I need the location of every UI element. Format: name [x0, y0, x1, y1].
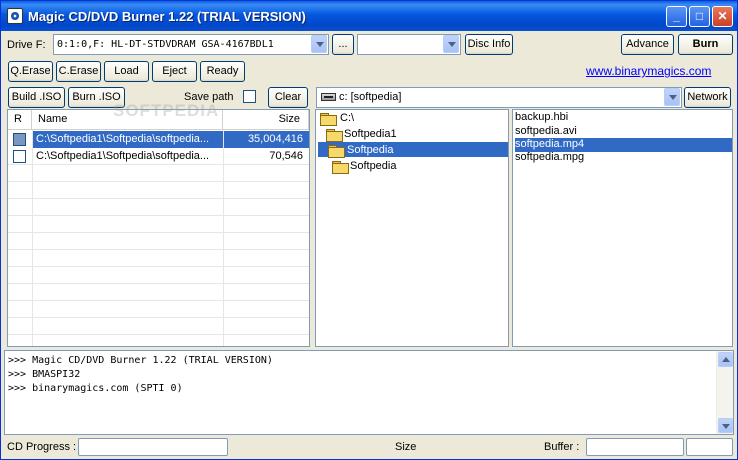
open-folder-icon — [326, 129, 344, 142]
close-button[interactable]: ✕ — [712, 6, 733, 27]
log-line: >>> BMASPI32 — [8, 369, 81, 380]
row-divider — [8, 283, 309, 284]
drive-select-value: 0:1:0,F: HL-DT-STDVDRAM GSA-4167BDL1 — [57, 39, 274, 50]
row-checkbox[interactable] — [13, 150, 26, 163]
chevron-down-icon[interactable] — [664, 88, 680, 106]
burn-button[interactable]: Burn — [678, 34, 733, 55]
tree-item-softpedia-sub[interactable]: Softpedia — [350, 159, 396, 174]
open-folder-icon — [328, 145, 346, 158]
drive-icon — [321, 93, 336, 101]
log-scrollbar[interactable] — [716, 351, 733, 434]
log-line: >>> binarymagics.com (SPTI 0) — [8, 383, 183, 394]
cd-progress-label: CD Progress : — [7, 441, 77, 453]
file-item[interactable]: softpedia.mpg — [515, 151, 590, 165]
scroll-down-icon[interactable] — [718, 418, 733, 433]
location-select[interactable]: c: [softpedia] — [316, 87, 682, 108]
maximize-button[interactable]: □ — [689, 6, 710, 27]
buffer-label: Buffer : — [544, 441, 580, 453]
folder-file-list[interactable]: backup.hbi softpedia.avi softpedia.mp4 s… — [512, 109, 733, 347]
website-link[interactable]: www.binarymagics.com — [586, 64, 711, 78]
speed-select[interactable] — [357, 34, 461, 55]
table-row[interactable]: C:\Softpedia1\Softpedia\softpedia... 70,… — [8, 148, 309, 165]
log-output[interactable]: >>> Magic CD/DVD Burner 1.22 (TRIAL VERS… — [4, 350, 734, 435]
column-header-r[interactable]: R — [8, 110, 32, 130]
row-divider — [8, 181, 309, 182]
load-button[interactable]: Load — [104, 61, 149, 82]
folder-icon — [332, 161, 350, 174]
folder-tree[interactable]: C:\ Softpedia1 Softpedia Softpedia — [315, 109, 509, 347]
buffer-value-box — [686, 438, 733, 456]
column-header-size[interactable]: Size — [223, 110, 309, 130]
cd-progress-bar — [78, 438, 228, 456]
row-divider — [8, 215, 309, 216]
save-path-checkbox[interactable] — [243, 90, 256, 103]
table-row[interactable]: C:\Softpedia1\Softpedia\softpedia... 35,… — [8, 131, 309, 148]
complete-erase-button[interactable]: C.Erase — [56, 61, 101, 82]
open-folder-icon — [320, 113, 338, 126]
disc-info-button[interactable]: Disc Info — [465, 34, 513, 55]
location-select-value: c: [softpedia] — [339, 91, 402, 103]
minimize-button[interactable]: _ — [666, 6, 687, 27]
file-item[interactable]: backup.hbi — [515, 111, 574, 125]
row-divider — [8, 300, 309, 301]
row-divider — [8, 249, 309, 250]
file-item[interactable]: softpedia.avi — [515, 125, 583, 139]
burn-file-list[interactable]: R Name Size C:\Softpedia1\Softpedia\soft… — [7, 109, 310, 347]
scroll-up-icon[interactable] — [718, 352, 733, 367]
buffer-bar — [586, 438, 684, 456]
advance-button[interactable]: Advance — [621, 34, 674, 55]
row-checkbox[interactable] — [13, 133, 26, 146]
row-name: C:\Softpedia1\Softpedia\softpedia... — [36, 150, 210, 162]
clear-button[interactable]: Clear — [268, 87, 308, 108]
build-iso-button[interactable]: Build .ISO — [8, 87, 65, 108]
drive-label: Drive F: — [7, 39, 46, 51]
tree-item-c-drive[interactable]: C:\ — [340, 111, 354, 126]
drive-more-button[interactable]: ... — [332, 34, 354, 55]
eject-button[interactable]: Eject — [152, 61, 197, 82]
network-button[interactable]: Network — [684, 87, 731, 108]
chevron-down-icon[interactable] — [443, 35, 459, 53]
tree-item-softpedia[interactable]: Softpedia — [347, 143, 393, 158]
row-divider — [8, 232, 309, 233]
title-bar[interactable]: Magic CD/DVD Burner 1.22 (TRIAL VERSION)… — [1, 1, 737, 31]
window-title: Magic CD/DVD Burner 1.22 (TRIAL VERSION) — [28, 9, 306, 24]
row-size: 70,546 — [269, 150, 303, 162]
row-divider — [8, 334, 309, 335]
row-size: 35,004,416 — [224, 131, 309, 148]
chevron-down-icon[interactable] — [311, 35, 327, 53]
tree-item-softpedia1[interactable]: Softpedia1 — [344, 127, 397, 142]
drive-select[interactable]: 0:1:0,F: HL-DT-STDVDRAM GSA-4167BDL1 — [53, 34, 329, 55]
softpedia-watermark: SOFTPEDIA — [113, 101, 220, 120]
size-label: Size — [395, 441, 417, 453]
row-divider — [8, 317, 309, 318]
file-item[interactable]: softpedia.mp4 — [515, 138, 732, 152]
ready-button[interactable]: Ready — [200, 61, 245, 82]
row-divider — [8, 198, 309, 199]
main-window: Magic CD/DVD Burner 1.22 (TRIAL VERSION)… — [0, 0, 738, 460]
app-disc-icon — [7, 8, 23, 24]
row-name: C:\Softpedia1\Softpedia\softpedia... — [33, 131, 223, 148]
log-line: >>> Magic CD/DVD Burner 1.22 (TRIAL VERS… — [8, 355, 273, 366]
quick-erase-button[interactable]: Q.Erase — [8, 61, 53, 82]
row-divider — [8, 266, 309, 267]
